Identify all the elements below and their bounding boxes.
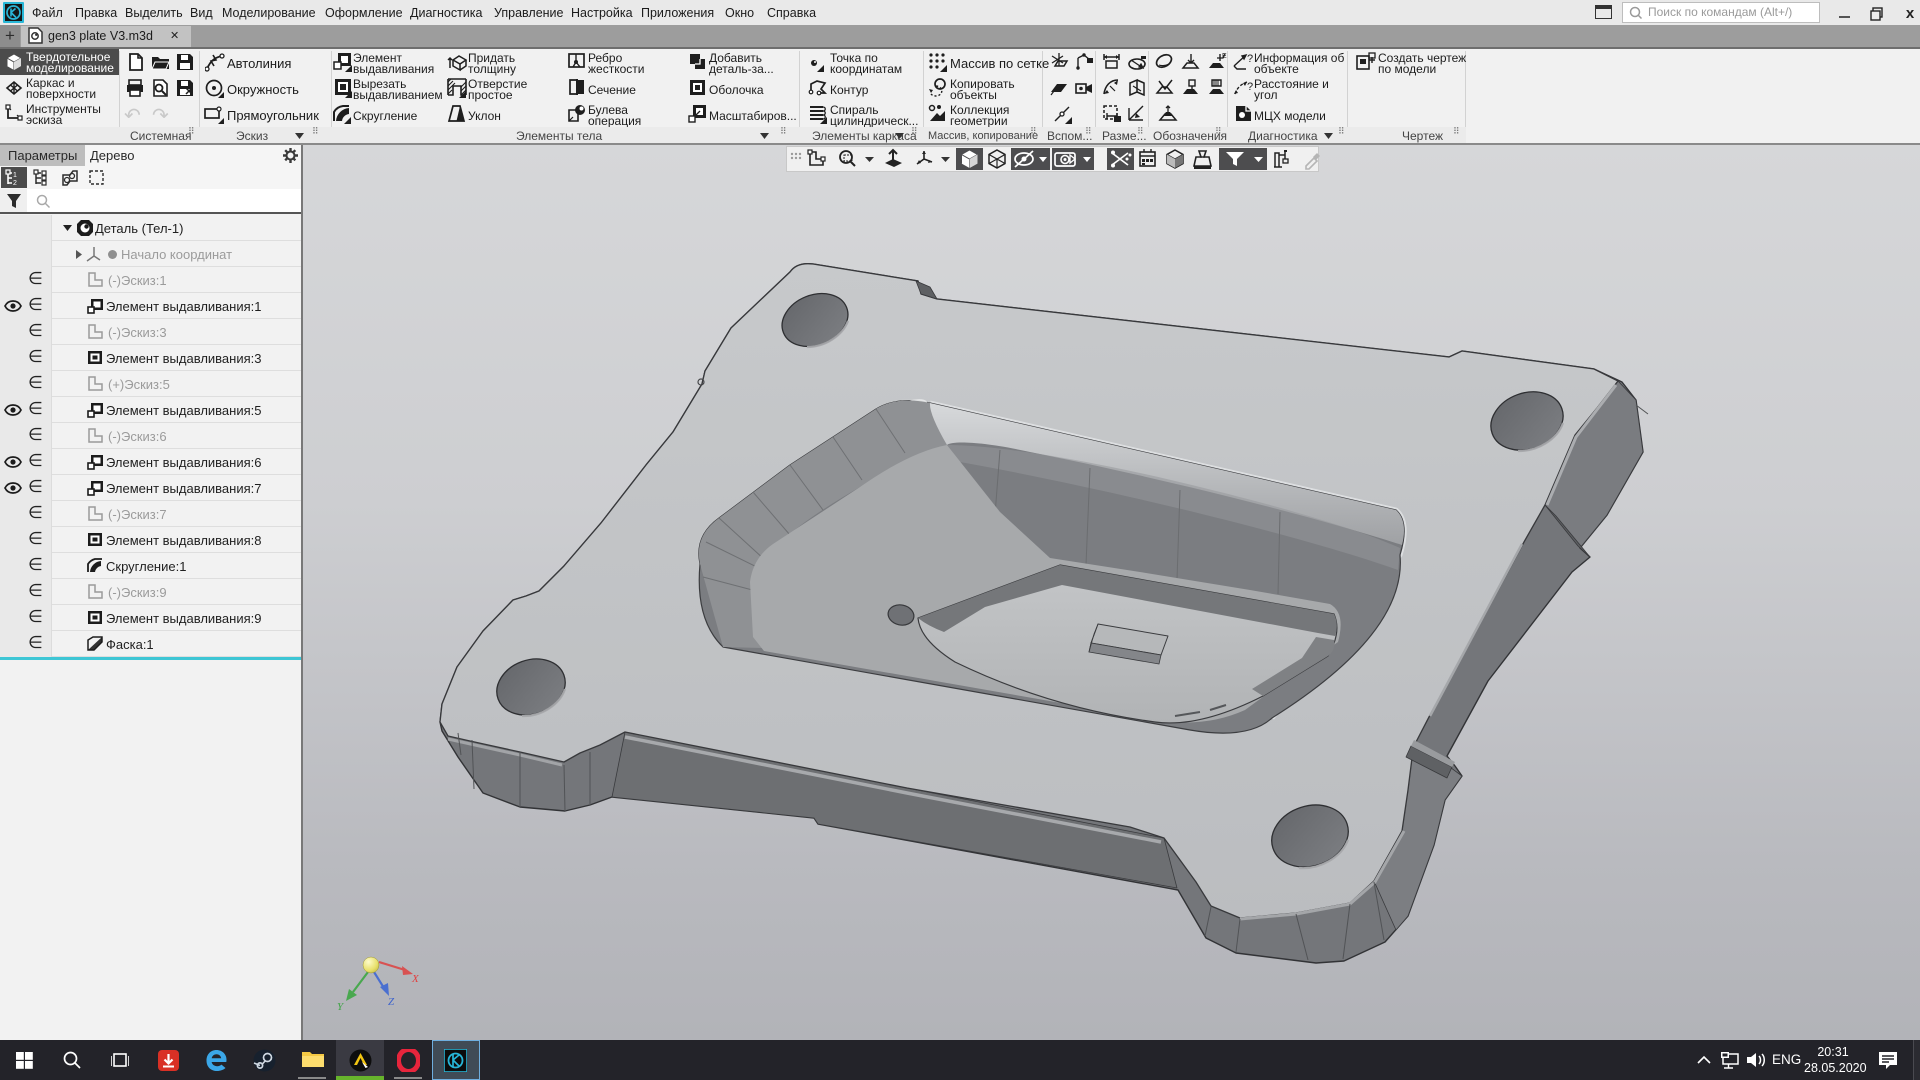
svg-text:1: 1 [13,172,17,179]
svg-text:X: X [411,973,420,985]
svg-text:?: ? [1247,53,1253,65]
svg-text:?: ? [1247,81,1253,93]
svg-text:Y: Y [337,1001,345,1013]
svg-text:E: E [1222,53,1227,60]
svg-text:Z: Z [388,996,395,1008]
svg-text:2: 2 [13,180,17,186]
